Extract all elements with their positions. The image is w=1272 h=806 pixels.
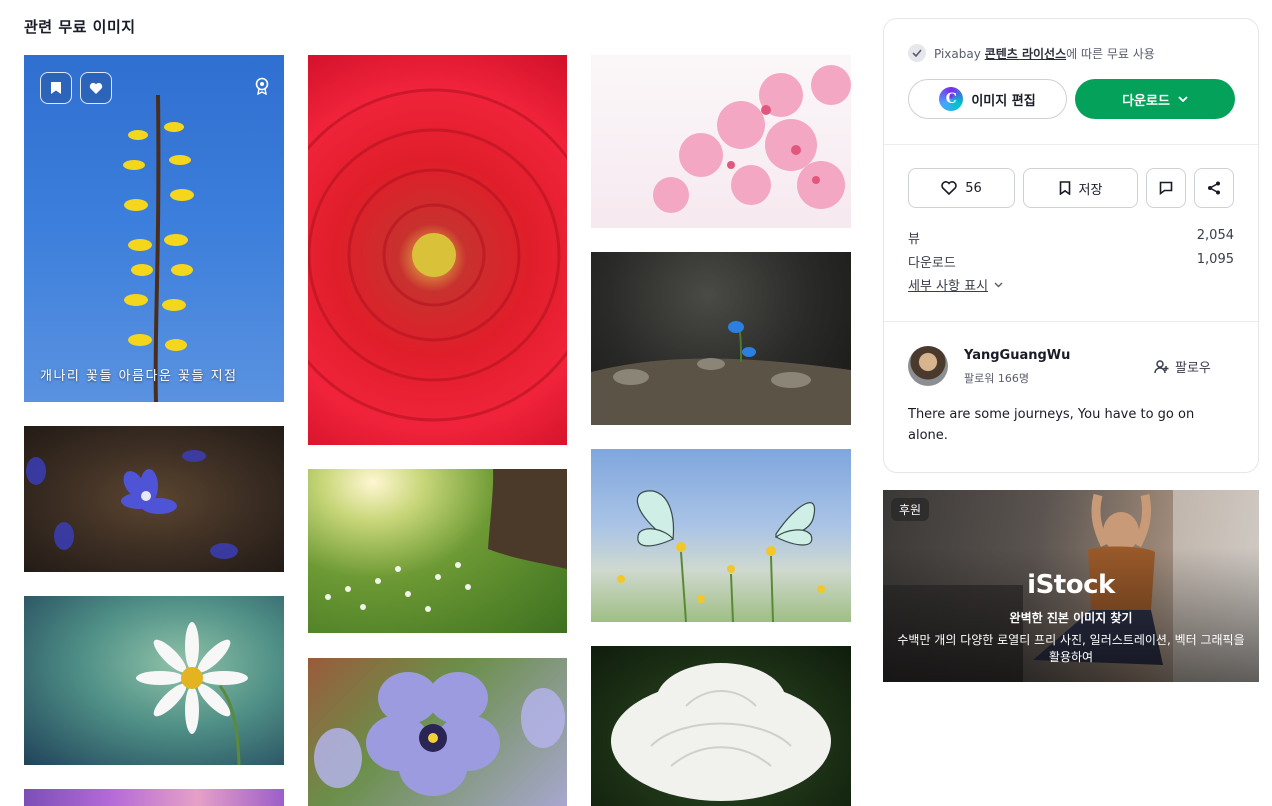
like-button[interactable]: [80, 72, 112, 104]
author-bio: There are some journeys, You have to go …: [908, 407, 1195, 443]
heart-icon: [89, 82, 103, 94]
ad-subtext: 수백만 개의 다양한 로열티 프리 사진, 일러스트레이션, 벡터 그래픽을 활…: [897, 633, 1245, 664]
cherry-blossom-illustration: [653, 65, 851, 213]
share-icon: [1208, 181, 1220, 195]
scilla-illustration: [591, 321, 851, 425]
sponsored-ad[interactable]: 후원 iStock 완벽한 진본 이미지 찾기 수백만 개의 다양한 로열티 프…: [883, 490, 1259, 682]
image-tile-red-dahlia[interactable]: [308, 55, 567, 445]
download-button[interactable]: 다운로드: [1075, 79, 1235, 119]
image-tile-butterflies[interactable]: [591, 449, 851, 622]
divider: [884, 144, 1258, 145]
image-tile-meadow[interactable]: [308, 469, 567, 633]
comment-button[interactable]: [1146, 168, 1186, 208]
sponsored-badge: 후원: [891, 498, 930, 521]
chevron-down-icon: [1178, 96, 1188, 102]
image-info-panel: Pixabay 콘텐츠 라이선스에 따른 무료 사용 C 이미지 편집 다운로드…: [883, 18, 1259, 473]
save-label: 저장: [1078, 182, 1103, 198]
canva-icon: C: [939, 87, 964, 111]
meadow-illustration: [325, 469, 567, 612]
download-label: 다운로드: [1122, 93, 1170, 109]
like-count-button[interactable]: 56: [908, 168, 1015, 208]
stat-label: 뷰: [908, 232, 920, 247]
license-suffix: 에 따른 무료 사용: [1066, 46, 1155, 61]
image-tile-blue-hepatica[interactable]: [24, 426, 284, 572]
save-button[interactable]: 저장: [1023, 168, 1138, 208]
follower-count: 팔로워 166명: [964, 372, 1029, 385]
bookmark-icon: [1059, 181, 1070, 195]
share-button[interactable]: [1194, 168, 1234, 208]
image-tile-scilla[interactable]: [591, 252, 851, 425]
bookmark-icon: [51, 82, 61, 94]
pansy-illustration: [314, 672, 565, 796]
page-title: 관련 무료 이미지: [24, 18, 136, 36]
ad-headline: 완벽한 진본 이미지 찾기: [1009, 611, 1133, 625]
check-icon: [908, 44, 926, 62]
stat-value: 2,054: [1196, 228, 1234, 243]
license-notice: Pixabay 콘텐츠 라이선스에 따른 무료 사용: [908, 44, 1155, 62]
show-details-link[interactable]: 세부 사항 표시: [908, 275, 1003, 294]
image-tile-purple-partial[interactable]: [24, 789, 284, 806]
image-tile-pansy[interactable]: [308, 658, 567, 806]
butterflies-illustration: [617, 490, 825, 622]
bookmark-button[interactable]: [40, 72, 72, 104]
content-license-link[interactable]: 콘텐츠 라이선스: [985, 47, 1066, 61]
show-details-label: 세부 사항 표시: [908, 279, 989, 294]
add-user-icon: [1154, 359, 1169, 373]
stat-row-views: 뷰 2,054: [908, 228, 1234, 247]
like-count: 56: [965, 180, 982, 196]
divider: [884, 321, 1258, 322]
dahlia-illustration: [308, 88, 567, 422]
peony-illustration: [611, 663, 831, 801]
award-icon: [255, 77, 269, 95]
chevron-down-icon: [994, 282, 1003, 287]
image-tile-forsythia[interactable]: 개나리 꽃들 아름다운 꽃들 지점: [24, 55, 284, 402]
forsythia-branch-illustration: [123, 94, 194, 402]
license-prefix: Pixabay: [934, 46, 985, 61]
author-name[interactable]: YangGuangWu: [964, 348, 1070, 363]
image-tile-white-peony[interactable]: [591, 646, 851, 806]
follow-label: 팔로우: [1175, 361, 1211, 376]
heart-icon: [941, 181, 957, 195]
image-caption: 개나리 꽃들 아름다운 꽃들 지점: [40, 369, 238, 384]
stat-label: 다운로드: [908, 256, 956, 271]
image-tile-cherry-blossom[interactable]: [591, 55, 851, 228]
daisy-illustration: [136, 622, 248, 765]
avatar[interactable]: [908, 346, 948, 386]
comment-icon: [1159, 181, 1173, 195]
istock-logo: iStock: [1027, 570, 1115, 600]
edit-image-button[interactable]: C 이미지 편집: [908, 79, 1067, 119]
image-tile-daisy[interactable]: [24, 596, 284, 765]
blue-flower-illustration: [26, 450, 238, 559]
stat-row-downloads: 다운로드 1,095: [908, 252, 1234, 271]
edit-image-label: 이미지 편집: [971, 93, 1036, 109]
follow-button[interactable]: 팔로우: [1154, 357, 1211, 376]
stat-value: 1,095: [1196, 252, 1234, 267]
